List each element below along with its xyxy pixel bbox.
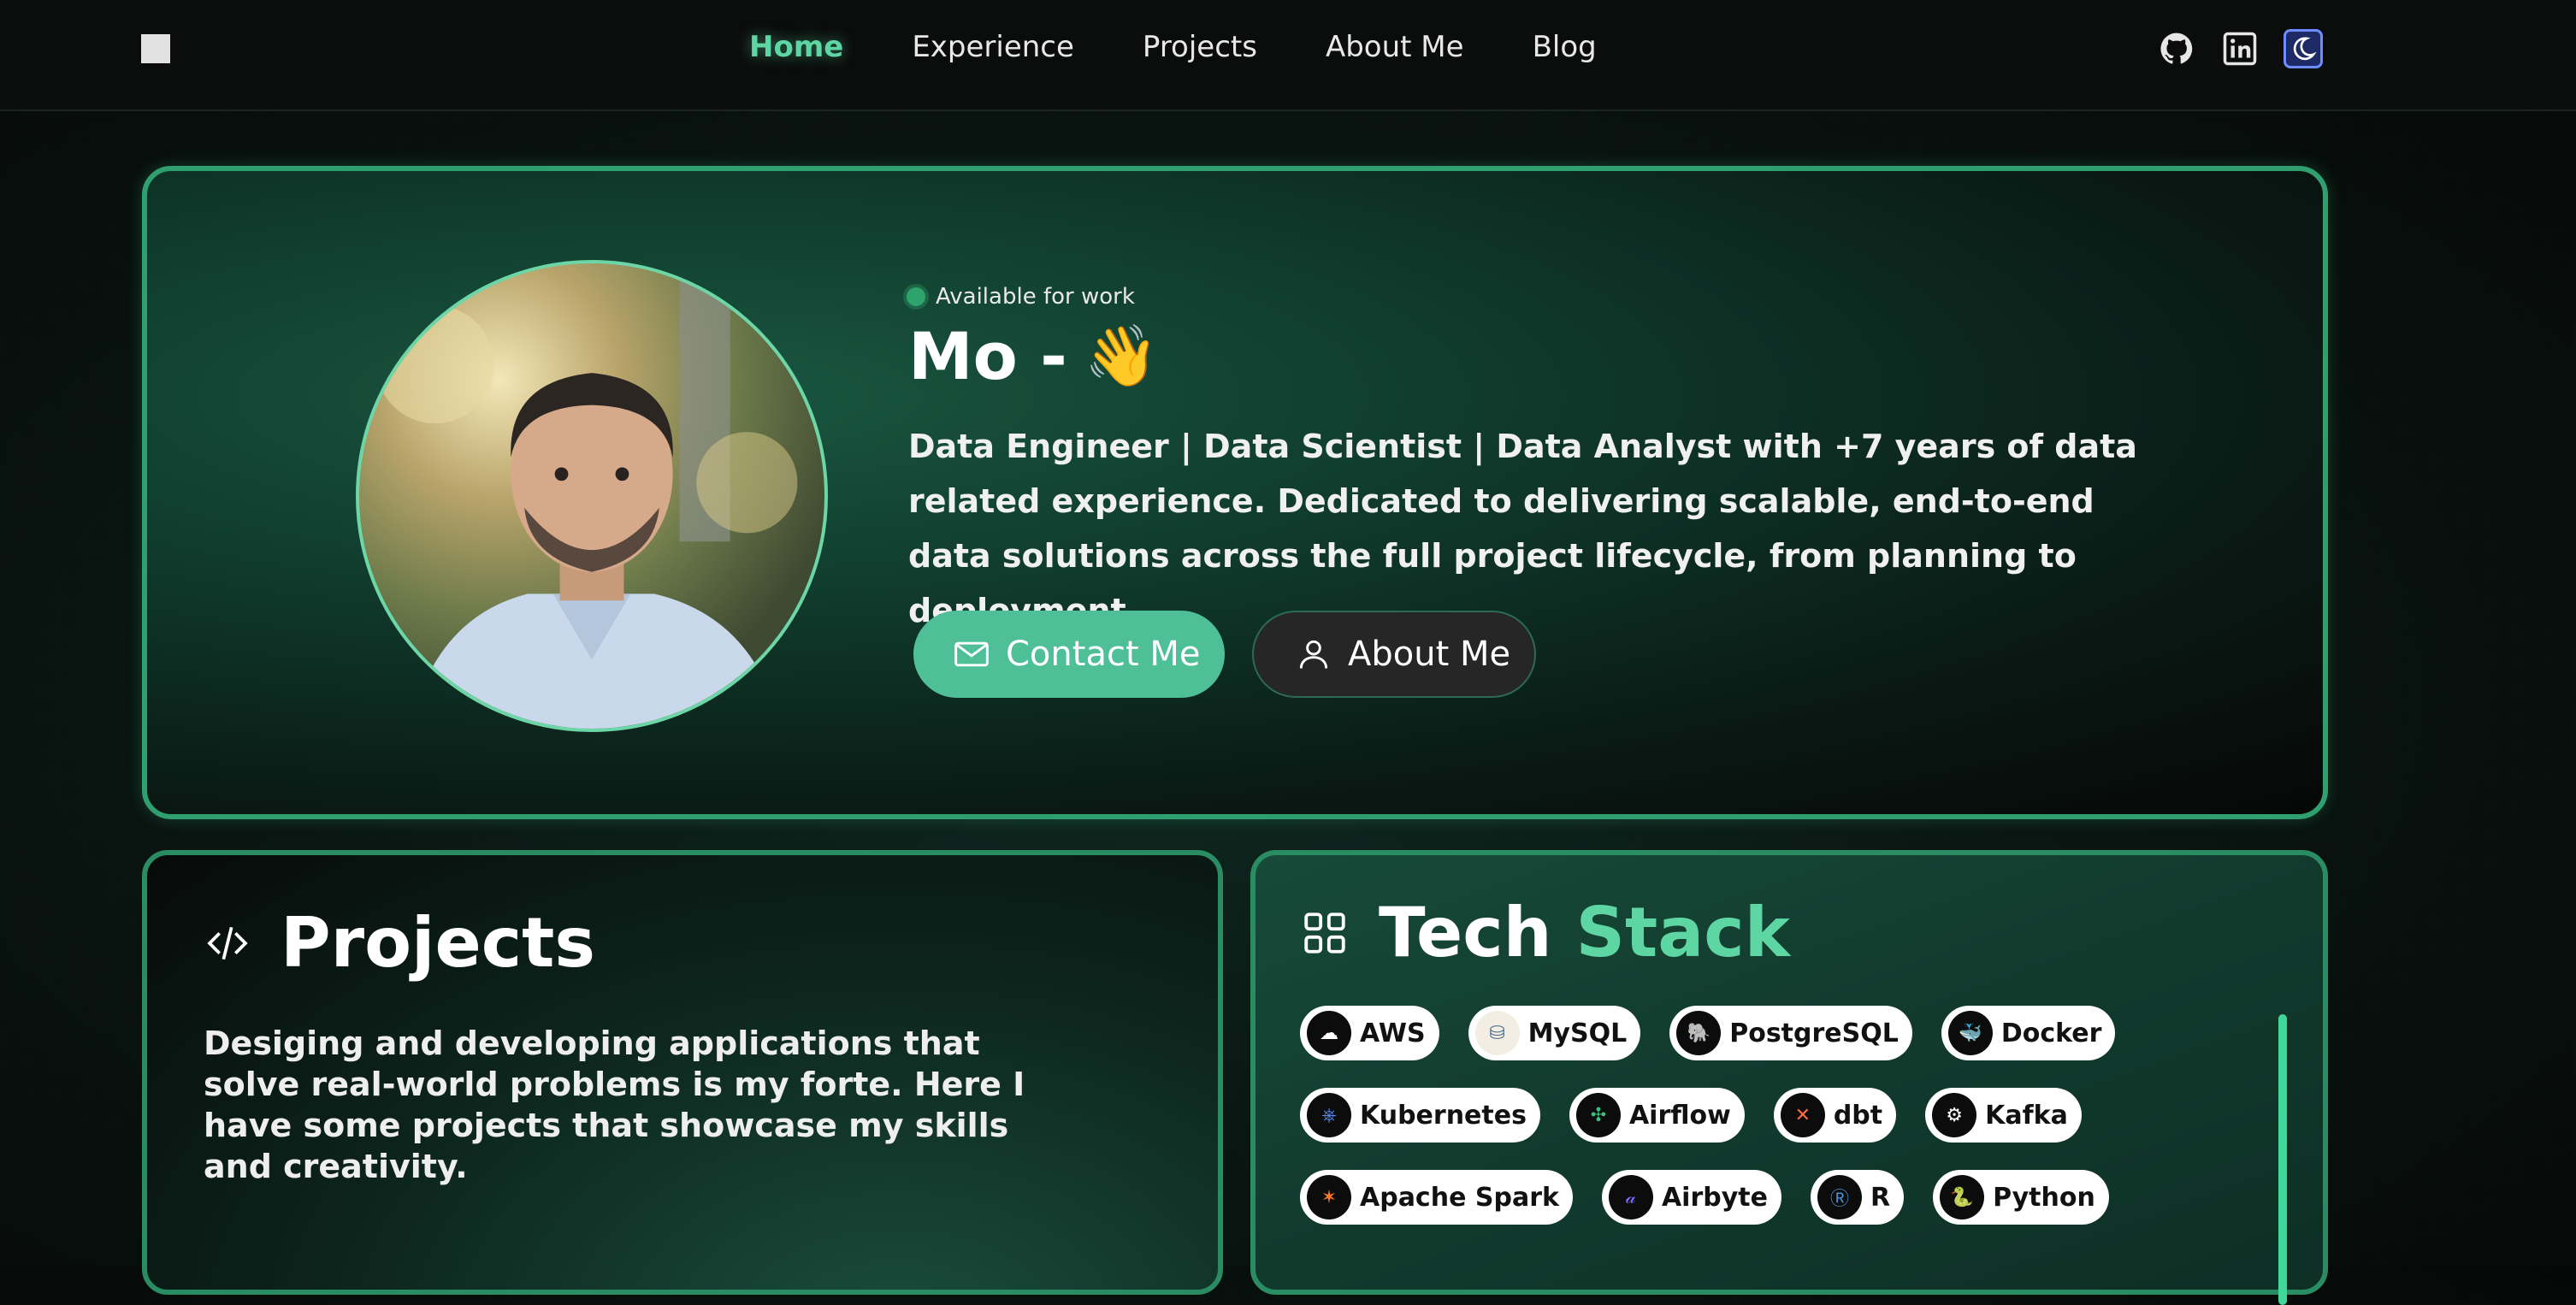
hero-card: Available for work Mo - 👋 Data Engineer …	[142, 166, 2328, 819]
postgresql-icon: 🐘	[1676, 1011, 1722, 1055]
hero-title: Mo - 👋	[908, 318, 1159, 394]
chip-row: ☁ AWS ⛁ MySQL 🐘 PostgreSQL 🐳 Docker	[1300, 1006, 2241, 1060]
projects-description: Desiging and developing applications tha…	[204, 1025, 1025, 1185]
about-me-label: About Me	[1348, 635, 1511, 674]
projects-header: Projects	[204, 903, 595, 983]
contact-me-label: Contact Me	[1006, 635, 1201, 674]
chip-airbyte[interactable]: 𝒶 Airbyte	[1601, 1170, 1781, 1225]
chip-row: ✶ Apache Spark 𝒶 Airbyte Ⓡ R 🐍 Python	[1300, 1170, 2241, 1225]
airbyte-icon: 𝒶	[1608, 1175, 1653, 1219]
mail-icon	[954, 641, 989, 667]
chip-python[interactable]: 🐍 Python	[1933, 1170, 2109, 1225]
r-icon: Ⓡ	[1817, 1175, 1862, 1219]
chip-label: Airbyte	[1661, 1182, 1768, 1213]
linkedin-icon[interactable]	[2220, 29, 2260, 68]
about-me-button[interactable]: About Me	[1252, 611, 1536, 698]
user-icon	[1299, 640, 1328, 669]
code-icon	[207, 926, 248, 960]
contact-me-button[interactable]: Contact Me	[913, 611, 1225, 698]
projects-card[interactable]: Projects Desiging and developing applica…	[142, 850, 1223, 1295]
tech-chip-grid: ☁ AWS ⛁ MySQL 🐘 PostgreSQL 🐳 Docker ⎈ Kuberne…	[1300, 1006, 2241, 1252]
nav-experience[interactable]: Experience	[912, 24, 1074, 70]
chip-label: Python	[1993, 1182, 2095, 1213]
chip-label: dbt	[1833, 1100, 1883, 1131]
chip-mysql[interactable]: ⛁ MySQL	[1468, 1006, 1641, 1060]
chip-aws[interactable]: ☁ AWS	[1300, 1006, 1439, 1060]
theme-toggle-icon[interactable]	[2284, 29, 2323, 68]
chip-airflow[interactable]: ✣ Airflow	[1569, 1088, 1745, 1143]
chip-label: Kafka	[1985, 1100, 2068, 1131]
nav-icons	[2157, 29, 2323, 68]
airflow-icon: ✣	[1575, 1093, 1621, 1137]
hero-name: Mo -	[908, 318, 1067, 394]
chip-r[interactable]: Ⓡ R	[1810, 1170, 1905, 1225]
chip-row: ⎈ Kubernetes ✣ Airflow ✕ dbt ⚙ Kafka	[1300, 1088, 2241, 1143]
chip-label: Kubernetes	[1360, 1100, 1527, 1131]
nav-about-me[interactable]: About Me	[1326, 24, 1464, 70]
chip-label: PostgreSQL	[1729, 1018, 1899, 1048]
tech-stack-title: Tech Stack	[1379, 893, 1790, 972]
availability-status: Available for work	[907, 284, 1135, 310]
mysql-icon: ⛁	[1474, 1011, 1520, 1055]
nav-projects[interactable]: Projects	[1143, 24, 1257, 70]
chip-label: R	[1870, 1182, 1891, 1213]
aws-icon: ☁	[1307, 1011, 1351, 1055]
chip-label: Docker	[2000, 1018, 2102, 1048]
tech-stack-header: Tech Stack	[1300, 893, 1790, 972]
chip-kubernetes[interactable]: ⎈ Kubernetes	[1300, 1088, 1540, 1143]
spark-icon: ✶	[1307, 1175, 1351, 1219]
status-dot-icon	[907, 287, 925, 306]
tech-title-accent: Stack	[1575, 893, 1790, 972]
chip-apache-spark[interactable]: ✶ Apache Spark	[1300, 1170, 1573, 1225]
chip-label: MySQL	[1527, 1018, 1628, 1048]
tech-title-main: Tech	[1379, 893, 1552, 972]
nav-home[interactable]: Home	[749, 24, 843, 70]
top-nav: Home Experience Projects About Me Blog	[0, 0, 2576, 111]
kafka-icon: ⚙	[1932, 1093, 1977, 1137]
logo-icon[interactable]	[141, 34, 170, 63]
tech-stack-card: Tech Stack ☁ AWS ⛁ MySQL 🐘 PostgreSQL 🐳 Dock…	[1250, 850, 2328, 1305]
chip-label: Airflow	[1628, 1100, 1731, 1131]
tech-scrollbar[interactable]	[2278, 1014, 2287, 1305]
status-text: Available for work	[936, 284, 1135, 310]
kubernetes-icon: ⎈	[1307, 1093, 1351, 1137]
chip-label: Apache Spark	[1360, 1182, 1559, 1213]
chip-kafka[interactable]: ⚙ Kafka	[1925, 1088, 2082, 1143]
grid-icon	[1304, 912, 1345, 954]
projects-title: Projects	[281, 903, 596, 983]
chip-postgresql[interactable]: 🐘 PostgreSQL	[1669, 1006, 1912, 1060]
nav-links: Home Experience Projects About Me Blog	[749, 24, 1597, 70]
avatar	[356, 260, 828, 732]
dbt-icon: ✕	[1780, 1093, 1825, 1137]
github-icon[interactable]	[2157, 29, 2196, 68]
python-icon: 🐍	[1940, 1175, 1985, 1219]
waving-hand-icon: 👋	[1084, 321, 1160, 391]
docker-icon: 🐳	[1947, 1011, 1993, 1055]
chip-docker[interactable]: 🐳 Docker	[1941, 1006, 2116, 1060]
nav-blog[interactable]: Blog	[1533, 24, 1597, 70]
chip-dbt[interactable]: ✕ dbt	[1773, 1088, 1897, 1143]
hero-description: Data Engineer | Data Scientist | Data An…	[908, 428, 2137, 629]
chip-label: AWS	[1360, 1018, 1426, 1048]
